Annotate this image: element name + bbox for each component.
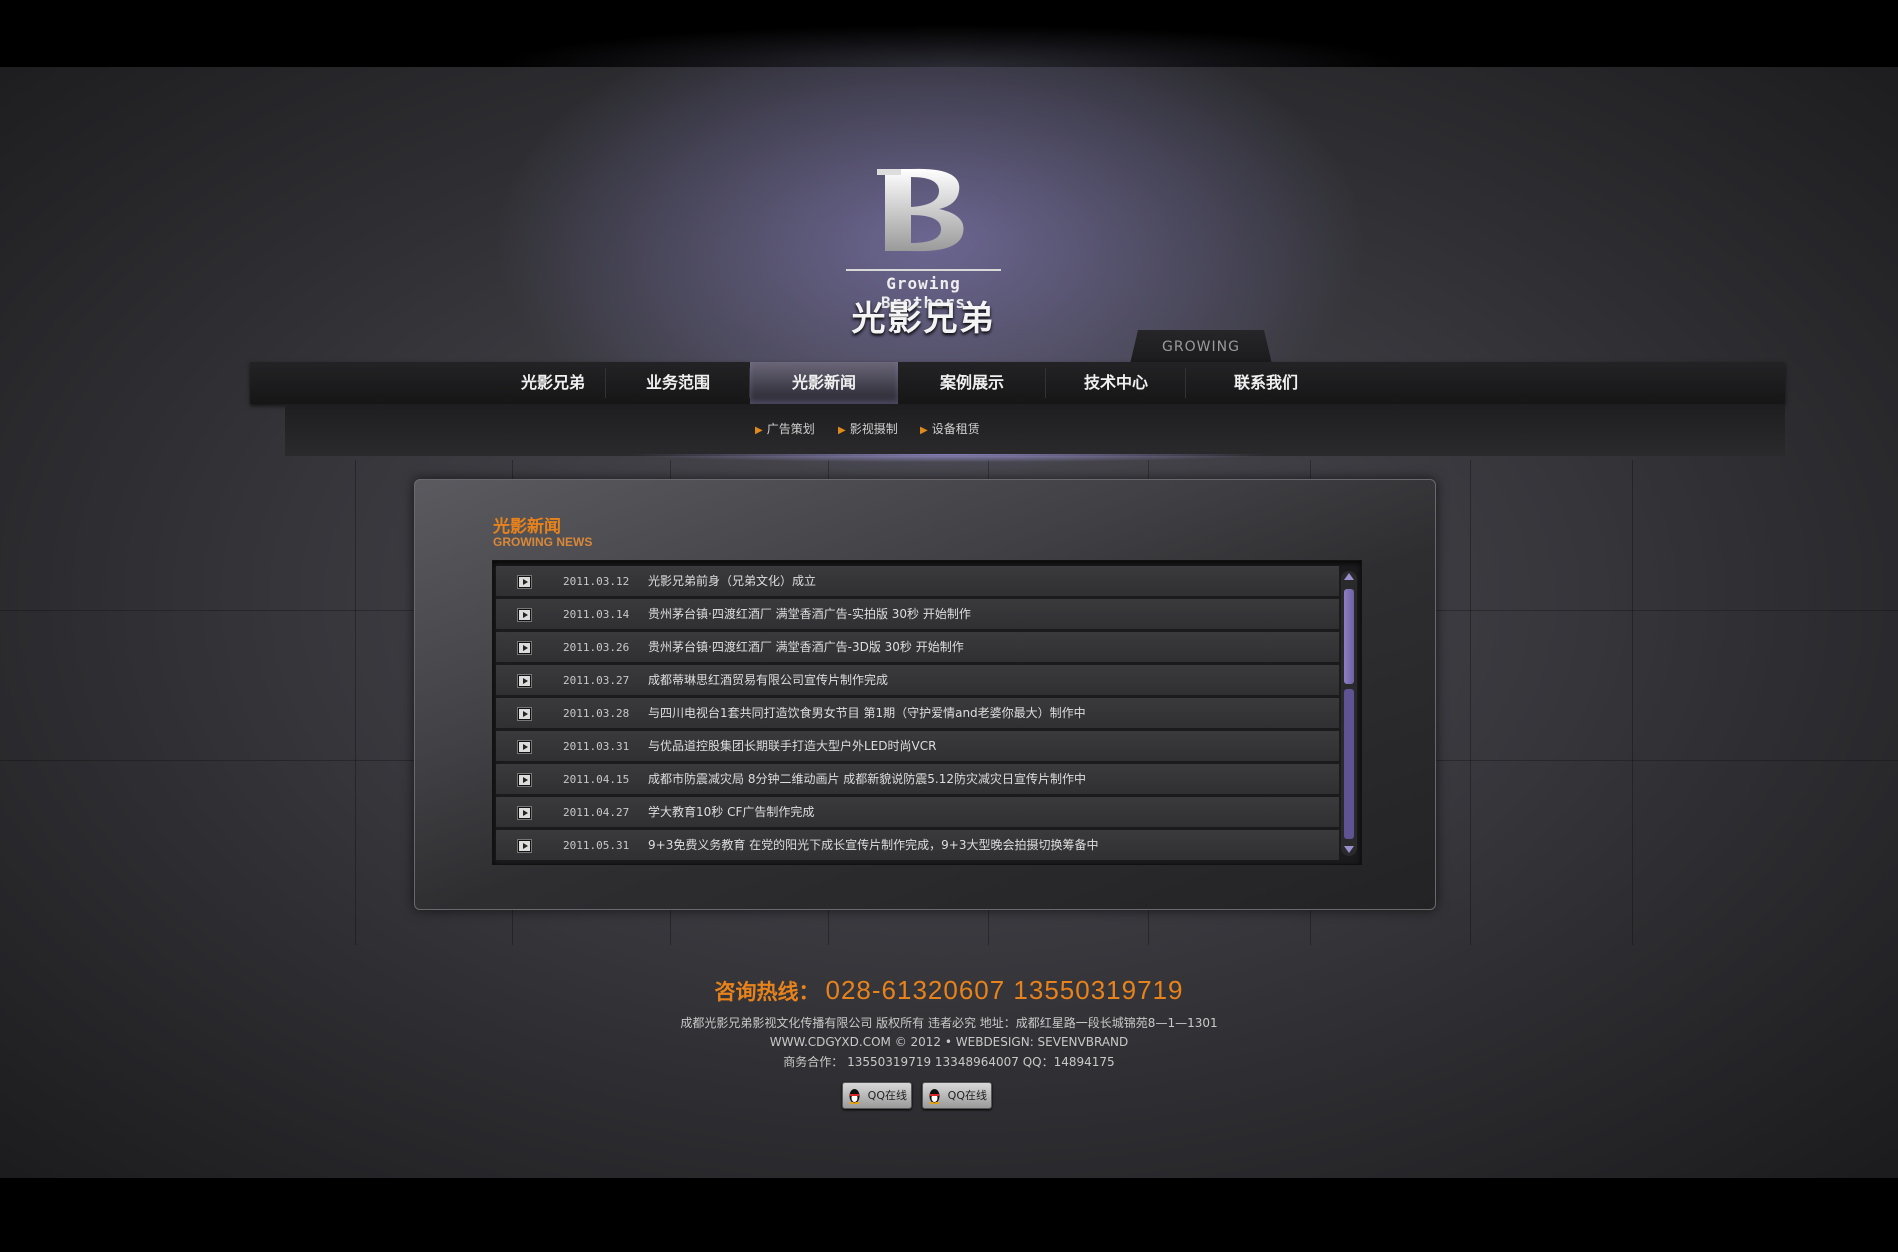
top-glow bbox=[300, 0, 1600, 67]
news-subtitle: GROWING NEWS bbox=[493, 535, 593, 549]
news-headline: 贵州茅台镇·四渡红酒厂 满堂香酒广告-3D版 30秒 开始制作 bbox=[648, 640, 964, 654]
news-date: 2011.04.27 bbox=[563, 806, 630, 819]
news-list: 2011.03.12 光影兄弟前身（兄弟文化）成立 2011.03.14 贵州茅… bbox=[492, 560, 1362, 865]
nav-item-contact[interactable]: 联系我们 bbox=[1186, 362, 1346, 404]
qq-online-button[interactable]: QQ在线 bbox=[922, 1082, 992, 1109]
news-headline: 成都蒂琳思红酒贸易有限公司宣传片制作完成 bbox=[648, 673, 889, 687]
subnav-item-video-production[interactable]: ▶ 影视摄制 bbox=[838, 420, 898, 437]
hotline-number: 028-61320607 13550319719 bbox=[825, 975, 1184, 1005]
scroll-thumb[interactable] bbox=[1344, 589, 1354, 684]
nav-item-home[interactable]: 光影兄弟 bbox=[500, 362, 606, 404]
hotline-label: 咨询热线： bbox=[714, 980, 820, 1004]
play-arrow-icon bbox=[518, 774, 531, 786]
news-headline: 贵州茅台镇·四渡红酒厂 满堂香酒广告-实拍版 30秒 开始制作 bbox=[648, 607, 971, 621]
news-headline: 与优品道控股集团长期联手打造大型户外LED时尚VCR bbox=[648, 739, 937, 753]
news-row[interactable]: 2011.04.15 成都市防震减灾局 8分钟二维动画片 成都新貌说防震5.12… bbox=[496, 764, 1339, 795]
arrow-icon: ▶ bbox=[920, 425, 928, 436]
sub-nav bbox=[285, 404, 1785, 456]
scroll-track-lower[interactable] bbox=[1344, 689, 1354, 839]
play-arrow-icon bbox=[518, 708, 531, 720]
hotline: 咨询热线： 028-61320607 13550319719 bbox=[0, 975, 1898, 1006]
play-arrow-icon bbox=[518, 642, 531, 654]
play-arrow-icon bbox=[518, 609, 531, 621]
nav-item-tech[interactable]: 技术中心 bbox=[1046, 362, 1186, 404]
qq-online-button[interactable]: QQ在线 bbox=[842, 1082, 912, 1109]
nav-item-cases[interactable]: 案例展示 bbox=[898, 362, 1046, 404]
news-headline: 光影兄弟前身（兄弟文化）成立 bbox=[648, 574, 817, 588]
news-date: 2011.03.14 bbox=[563, 608, 630, 621]
scroll-up-icon[interactable] bbox=[1344, 573, 1354, 580]
arrow-icon: ▶ bbox=[755, 425, 763, 436]
news-date: 2011.03.27 bbox=[563, 674, 630, 687]
news-row[interactable]: 2011.03.12 光影兄弟前身（兄弟文化）成立 bbox=[496, 566, 1339, 597]
news-headline: 成都市防震减灾局 8分钟二维动画片 成都新貌说防震5.12防灾减灾日宣传片制作中 bbox=[648, 772, 1086, 786]
bottom-band bbox=[0, 1178, 1898, 1252]
play-arrow-icon bbox=[518, 675, 531, 687]
subnav-item-ad-planning[interactable]: ▶ 广告策划 bbox=[755, 420, 815, 437]
news-title: 光影新闻 bbox=[493, 517, 561, 537]
qq-penguin-icon bbox=[929, 1089, 940, 1104]
news-date: 2011.04.15 bbox=[563, 773, 630, 786]
news-row[interactable]: 2011.05.31 9+3免费义务教育 在党的阳光下成长宣传片制作完成，9+3… bbox=[496, 830, 1339, 861]
nav-item-services[interactable]: 业务范围 bbox=[606, 362, 750, 404]
news-headline: 与四川电视台1套共同打造饮食男女节目 第1期（守护爱情and老婆你最大）制作中 bbox=[648, 706, 1086, 720]
scroll-down-icon[interactable] bbox=[1344, 846, 1354, 853]
news-scrollbar[interactable] bbox=[1341, 571, 1357, 856]
news-date: 2011.03.12 bbox=[563, 575, 630, 588]
footer-website: WWW.CDGYXD.COM © 2012 • WEBDESIGN: SEVEN… bbox=[769, 1035, 1129, 1049]
play-arrow-icon bbox=[518, 741, 531, 753]
main-nav: 光影兄弟 业务范围 光影新闻 案例展示 技术中心 联系我们 bbox=[250, 362, 1785, 404]
news-row[interactable]: 2011.03.26 贵州茅台镇·四渡红酒厂 满堂香酒广告-3D版 30秒 开始… bbox=[496, 632, 1339, 663]
news-headline: 学大教育10秒 CF广告制作完成 bbox=[648, 805, 815, 819]
news-date: 2011.03.28 bbox=[563, 707, 630, 720]
news-date: 2011.03.31 bbox=[563, 740, 630, 753]
logo-b-mark bbox=[877, 168, 964, 252]
footer-business: 商务合作： 13550319719 13348964007 QQ：1489417… bbox=[783, 1055, 1115, 1069]
logo-chinese: 光影兄弟 bbox=[851, 299, 996, 339]
logo[interactable]: Growing Brothers 光影兄弟 bbox=[846, 165, 1001, 339]
page: Growing Brothers 光影兄弟 GROWING 光影兄弟 业务范围 … bbox=[0, 0, 1898, 1252]
play-arrow-icon bbox=[518, 807, 531, 819]
news-row[interactable]: 2011.03.27 成都蒂琳思红酒贸易有限公司宣传片制作完成 bbox=[496, 665, 1339, 696]
news-row[interactable]: 2011.03.14 贵州茅台镇·四渡红酒厂 满堂香酒广告-实拍版 30秒 开始… bbox=[496, 599, 1339, 630]
arrow-icon: ▶ bbox=[838, 425, 846, 436]
news-headline: 9+3免费义务教育 在党的阳光下成长宣传片制作完成，9+3大型晚会拍摄切换筹备中 bbox=[648, 838, 1099, 852]
play-arrow-icon bbox=[518, 840, 531, 852]
news-date: 2011.03.26 bbox=[563, 641, 630, 654]
news-date: 2011.05.31 bbox=[563, 839, 630, 852]
nav-item-news[interactable]: 光影新闻 bbox=[750, 362, 898, 404]
qq-penguin-icon bbox=[849, 1089, 860, 1104]
news-row[interactable]: 2011.03.31 与优品道控股集团长期联手打造大型户外LED时尚VCR bbox=[496, 731, 1339, 762]
play-arrow-icon bbox=[518, 576, 531, 588]
subnav-item-equipment-rental[interactable]: ▶ 设备租赁 bbox=[920, 420, 980, 437]
sub-nav-glow bbox=[500, 454, 1400, 476]
news-row[interactable]: 2011.03.28 与四川电视台1套共同打造饮食男女节目 第1期（守护爱情an… bbox=[496, 698, 1339, 729]
footer-company: 成都光影兄弟影视文化传播有限公司 版权所有 违者必究 地址：成都红星路一段长城锦… bbox=[680, 1016, 1218, 1030]
growing-tab: GROWING bbox=[1130, 330, 1272, 364]
news-row[interactable]: 2011.04.27 学大教育10秒 CF广告制作完成 bbox=[496, 797, 1339, 828]
